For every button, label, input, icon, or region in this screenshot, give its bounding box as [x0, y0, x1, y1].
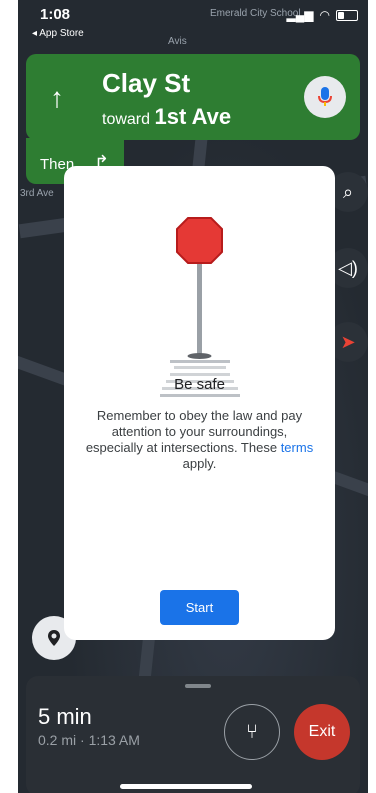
- phone-screen: Emerald City School Avis 3rd Ave 1:08 ◂ …: [18, 0, 368, 793]
- safety-dialog: Be safe Remember to obey the law and pay…: [64, 166, 335, 640]
- map-label-street: 3rd Ave: [20, 188, 54, 199]
- speaker-icon: ◁): [338, 257, 358, 278]
- start-button[interactable]: Start: [160, 590, 239, 625]
- signal-icon: ▂▄▆: [286, 8, 314, 22]
- stop-sign-illustration: [170, 217, 230, 363]
- status-icons: ▂▄▆ ◠: [287, 8, 358, 22]
- alternate-routes-button[interactable]: ⑂: [224, 704, 280, 760]
- current-street: Clay St: [102, 68, 191, 98]
- search-icon: ⌕: [342, 181, 354, 202]
- compass-icon: ➤: [340, 331, 356, 352]
- trip-details: 0.2 mi · 1:13 AM: [38, 732, 140, 748]
- back-to-app-link[interactable]: ◂ App Store: [32, 28, 84, 39]
- dialog-message: Remember to obey the law and pay attenti…: [85, 408, 314, 471]
- trip-panel[interactable]: 5 min 0.2 mi · 1:13 AM ⑂ Exit: [26, 676, 360, 793]
- voice-search-button[interactable]: [304, 76, 346, 118]
- location-pin-icon: [48, 630, 60, 646]
- exit-button[interactable]: Exit: [294, 704, 350, 760]
- drag-handle[interactable]: [185, 684, 211, 688]
- dialog-title: Be safe: [174, 376, 225, 393]
- navigation-banner[interactable]: ↑ Clay St toward 1st Ave: [26, 54, 360, 140]
- wifi-icon: ◠: [319, 8, 330, 22]
- home-indicator[interactable]: [120, 784, 252, 789]
- toward-label: toward 1st Ave: [102, 104, 232, 129]
- back-app-label: App Store: [39, 28, 84, 39]
- toward-street: 1st Ave: [154, 104, 232, 129]
- battery-icon: [336, 9, 358, 21]
- fork-arrow-icon: ⑂: [246, 720, 258, 743]
- mic-icon: [318, 87, 332, 106]
- status-time: 1:08: [40, 6, 71, 23]
- terms-link[interactable]: terms: [281, 440, 314, 455]
- status-bar: 1:08 ◂ App Store ▂▄▆ ◠: [18, 0, 368, 44]
- eta-time: 5 min: [38, 704, 92, 729]
- straight-arrow-icon: ↑: [50, 82, 64, 113]
